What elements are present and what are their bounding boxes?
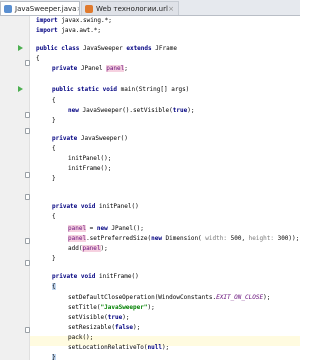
code-line: { [52, 145, 56, 152]
code-line: panel = new JPanel(); [68, 225, 144, 232]
code-line: private JPanel panel; [52, 65, 128, 72]
code-line: import java.awt.*; [36, 27, 102, 34]
code-line: setTitle("JavaSweeper"); [68, 304, 155, 311]
code-line: { [52, 283, 56, 290]
code-line: public class JavaSweeper extends JFrame [36, 45, 177, 52]
code-line: setVisible(true); [68, 314, 130, 321]
code-line: } [52, 354, 56, 360]
run-main-icon[interactable] [18, 86, 23, 92]
code-line: add(panel); [68, 245, 108, 252]
code-line: { [36, 55, 40, 62]
close-icon[interactable]: × [168, 5, 174, 13]
code-editor[interactable]: import javax.swing.*; import java.awt.*;… [30, 16, 300, 360]
url-file-icon [85, 4, 93, 13]
tab-javasweeper-java[interactable]: JavaSweeper.java × [0, 1, 80, 15]
code-line: public static void main(String[] args) [52, 86, 190, 93]
code-line: setResizable(false); [68, 324, 141, 331]
code-line: } [52, 175, 56, 182]
tab-web-url[interactable]: Web технологии.url × [81, 1, 179, 15]
run-class-icon[interactable] [18, 45, 23, 51]
tab-label: Web технологии.url [96, 4, 168, 13]
code-line: initFrame(); [68, 165, 112, 172]
code-line: new JavaSweeper().setVisible(true); [68, 107, 195, 114]
editor-tab-bar: JavaSweeper.java × Web технологии.url × [0, 0, 300, 16]
code-line: panel.setPreferredSize(new Dimension( wi… [68, 235, 300, 242]
tab-label: JavaSweeper.java [15, 4, 77, 13]
code-line: } [52, 255, 56, 262]
code-line: initPanel(); [68, 155, 112, 162]
code-line: setDefaultCloseOperation(WindowConstants… [68, 294, 271, 301]
code-line: setLocationRelativeTo(null); [68, 344, 170, 351]
code-line: { [52, 97, 56, 104]
java-file-icon [4, 4, 12, 13]
close-icon[interactable]: × [76, 5, 79, 13]
editor-gutter [0, 16, 30, 360]
code-line: pack(); [68, 334, 94, 341]
code-line: { [52, 213, 56, 220]
code-line: } [52, 117, 56, 124]
code-line: import javax.swing.*; [36, 17, 112, 24]
code-line: private JavaSweeper() [52, 135, 128, 142]
code-line: private void initFrame() [52, 273, 139, 280]
code-line: private void initPanel() [52, 203, 139, 210]
